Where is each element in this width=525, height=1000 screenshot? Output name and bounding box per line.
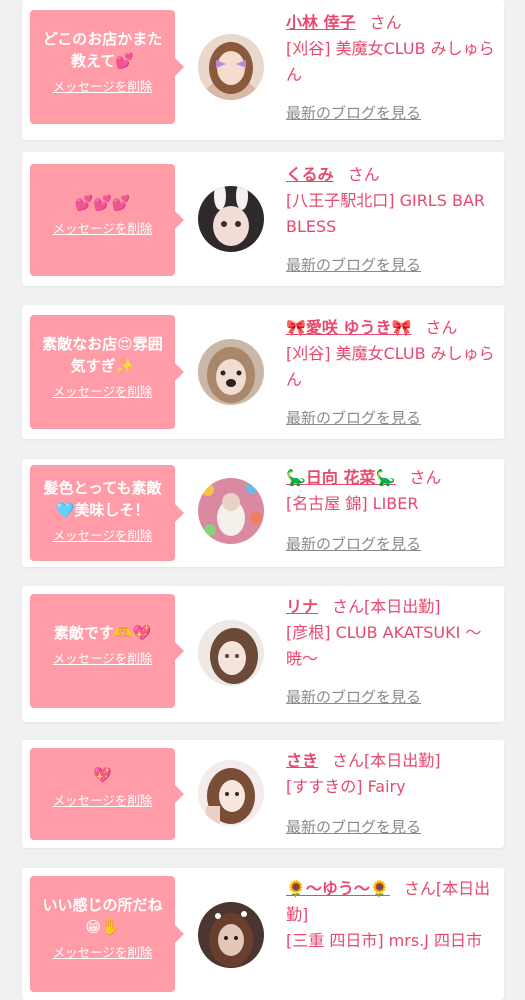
message-card: 素敵なお店😍雰囲 気すぎ✨ メッセージを削除 🎀愛咲 ゆうき🎀 さん [刈谷] 美… — [22, 305, 504, 439]
honorific: さん — [425, 318, 458, 337]
message-feed: どこのお店かまた 教えて💕 メッセージを削除 小林 倖子 さん [刈谷] 美魔女C… — [0, 0, 525, 1000]
avatar[interactable] — [198, 34, 264, 100]
message-card: 素敵です🫶💖 メッセージを削除 リナ さん[本日出勤] [彦根] CLUB AKA… — [22, 586, 504, 722]
shop-name: [刈谷] 美魔女CLUB みしゅらん — [286, 344, 495, 389]
delete-message-link[interactable]: メッセージを削除 — [53, 790, 153, 809]
delete-message-link[interactable]: メッセージを削除 — [53, 218, 153, 237]
sender-info: さき さん[本日出勤] [すすきの] Fairy — [286, 748, 498, 800]
sender-info: 🦕日向 花菜🦕 さん [名古屋 錦] LIBER — [286, 465, 498, 517]
honorific: さん — [332, 751, 365, 770]
delete-message-link[interactable]: メッセージを削除 — [53, 525, 153, 544]
shop-name: [彦根] CLUB AKATSUKI 〜暁〜 — [286, 623, 482, 668]
avatar[interactable] — [198, 186, 264, 252]
honorific: さん — [403, 879, 436, 898]
latest-blog-link[interactable]: 最新のブログを見る — [286, 254, 421, 275]
sender-name-link[interactable]: 🎀愛咲 ゆうき🎀 — [286, 318, 411, 337]
avatar[interactable] — [198, 902, 264, 968]
message-card: いい感じの所だね 😁✋ メッセージを削除 🌻〜ゆう〜🌻 さん[本日出勤] [三重 … — [22, 868, 504, 1000]
message-card: 💖 メッセージを削除 さき さん[本日出勤] [すすきの] Fairy 最新のブロ… — [22, 740, 504, 848]
latest-blog-link[interactable]: 最新のブログを見る — [286, 533, 421, 554]
avatar[interactable] — [198, 620, 264, 686]
message-bubble: 髪色とっても素敵 🩵美味しそ！ メッセージを削除 — [30, 465, 184, 561]
message-text: 髪色とっても素敵 🩵美味しそ！ — [43, 479, 162, 519]
latest-blog-link[interactable]: 最新のブログを見る — [286, 686, 421, 707]
shop-name: [三重 四日市] mrs.J 四日市 — [286, 931, 483, 950]
sender-info: 🌻〜ゆう〜🌻 さん[本日出勤] [三重 四日市] mrs.J 四日市 — [286, 876, 498, 954]
avatar[interactable] — [198, 478, 264, 544]
status-badge: [本日出勤] — [364, 597, 441, 616]
latest-blog-link[interactable]: 最新のブログを見る — [286, 407, 421, 428]
honorific: さん — [332, 597, 365, 616]
honorific: さん — [369, 13, 402, 32]
sender-name-link[interactable]: くるみ — [286, 165, 334, 184]
message-text: どこのお店かまた 教えて💕 — [42, 30, 163, 70]
message-text: 素敵です🫶💖 — [53, 624, 152, 642]
message-bubble: 素敵なお店😍雰囲 気すぎ✨ メッセージを削除 — [30, 315, 184, 429]
delete-message-link[interactable]: メッセージを削除 — [53, 381, 153, 400]
message-bubble: 素敵です🫶💖 メッセージを削除 — [30, 594, 184, 708]
message-bubble: どこのお店かまた 教えて💕 メッセージを削除 — [30, 10, 184, 124]
sender-info: くるみ さん [八王子駅北口] GIRLS BAR BLESS — [286, 162, 498, 240]
message-bubble: 💕💕💕 メッセージを削除 — [30, 164, 184, 276]
latest-blog-link[interactable]: 最新のブログを見る — [286, 816, 421, 837]
sender-name-link[interactable]: リナ — [286, 597, 318, 616]
message-bubble: 💖 メッセージを削除 — [30, 748, 184, 840]
shop-name: [八王子駅北口] GIRLS BAR BLESS — [286, 191, 486, 236]
delete-message-link[interactable]: メッセージを削除 — [53, 76, 153, 95]
message-card: どこのお店かまた 教えて💕 メッセージを削除 小林 倖子 さん [刈谷] 美魔女C… — [22, 0, 504, 140]
delete-message-link[interactable]: メッセージを削除 — [53, 648, 153, 667]
message-text: 💖 — [93, 766, 112, 784]
message-text: 💕💕💕 — [74, 194, 131, 212]
honorific: さん — [409, 468, 442, 487]
latest-blog-link[interactable]: 最新のブログを見る — [286, 102, 421, 123]
avatar[interactable] — [198, 760, 264, 826]
message-card: 髪色とっても素敵 🩵美味しそ！ メッセージを削除 🦕日向 花菜🦕 さん [名古屋 … — [22, 459, 504, 567]
shop-name: [名古屋 錦] LIBER — [286, 494, 419, 513]
sender-name-link[interactable]: 🌻〜ゆう〜🌻 — [286, 879, 390, 898]
sender-info: 小林 倖子 さん [刈谷] 美魔女CLUB みしゅらん — [286, 10, 498, 88]
message-text: 素敵なお店😍雰囲 気すぎ✨ — [42, 335, 163, 375]
avatar[interactable] — [198, 339, 264, 405]
sender-info: リナ さん[本日出勤] [彦根] CLUB AKATSUKI 〜暁〜 — [286, 594, 498, 672]
honorific: さん — [347, 165, 380, 184]
message-card: 💕💕💕 メッセージを削除 くるみ さん [八王子駅北口] GIRLS BAR BL… — [22, 152, 504, 286]
sender-name-link[interactable]: さき — [286, 751, 318, 770]
shop-name: [すすきの] Fairy — [286, 777, 406, 796]
sender-name-link[interactable]: 小林 倖子 — [286, 13, 356, 32]
status-badge: [本日出勤] — [364, 751, 441, 770]
message-bubble: いい感じの所だね 😁✋ メッセージを削除 — [30, 876, 184, 992]
sender-name-link[interactable]: 🦕日向 花菜🦕 — [286, 468, 395, 487]
shop-name: [刈谷] 美魔女CLUB みしゅらん — [286, 39, 495, 84]
sender-info: 🎀愛咲 ゆうき🎀 さん [刈谷] 美魔女CLUB みしゅらん — [286, 315, 498, 393]
message-text: いい感じの所だね 😁✋ — [42, 896, 163, 936]
delete-message-link[interactable]: メッセージを削除 — [53, 942, 153, 961]
